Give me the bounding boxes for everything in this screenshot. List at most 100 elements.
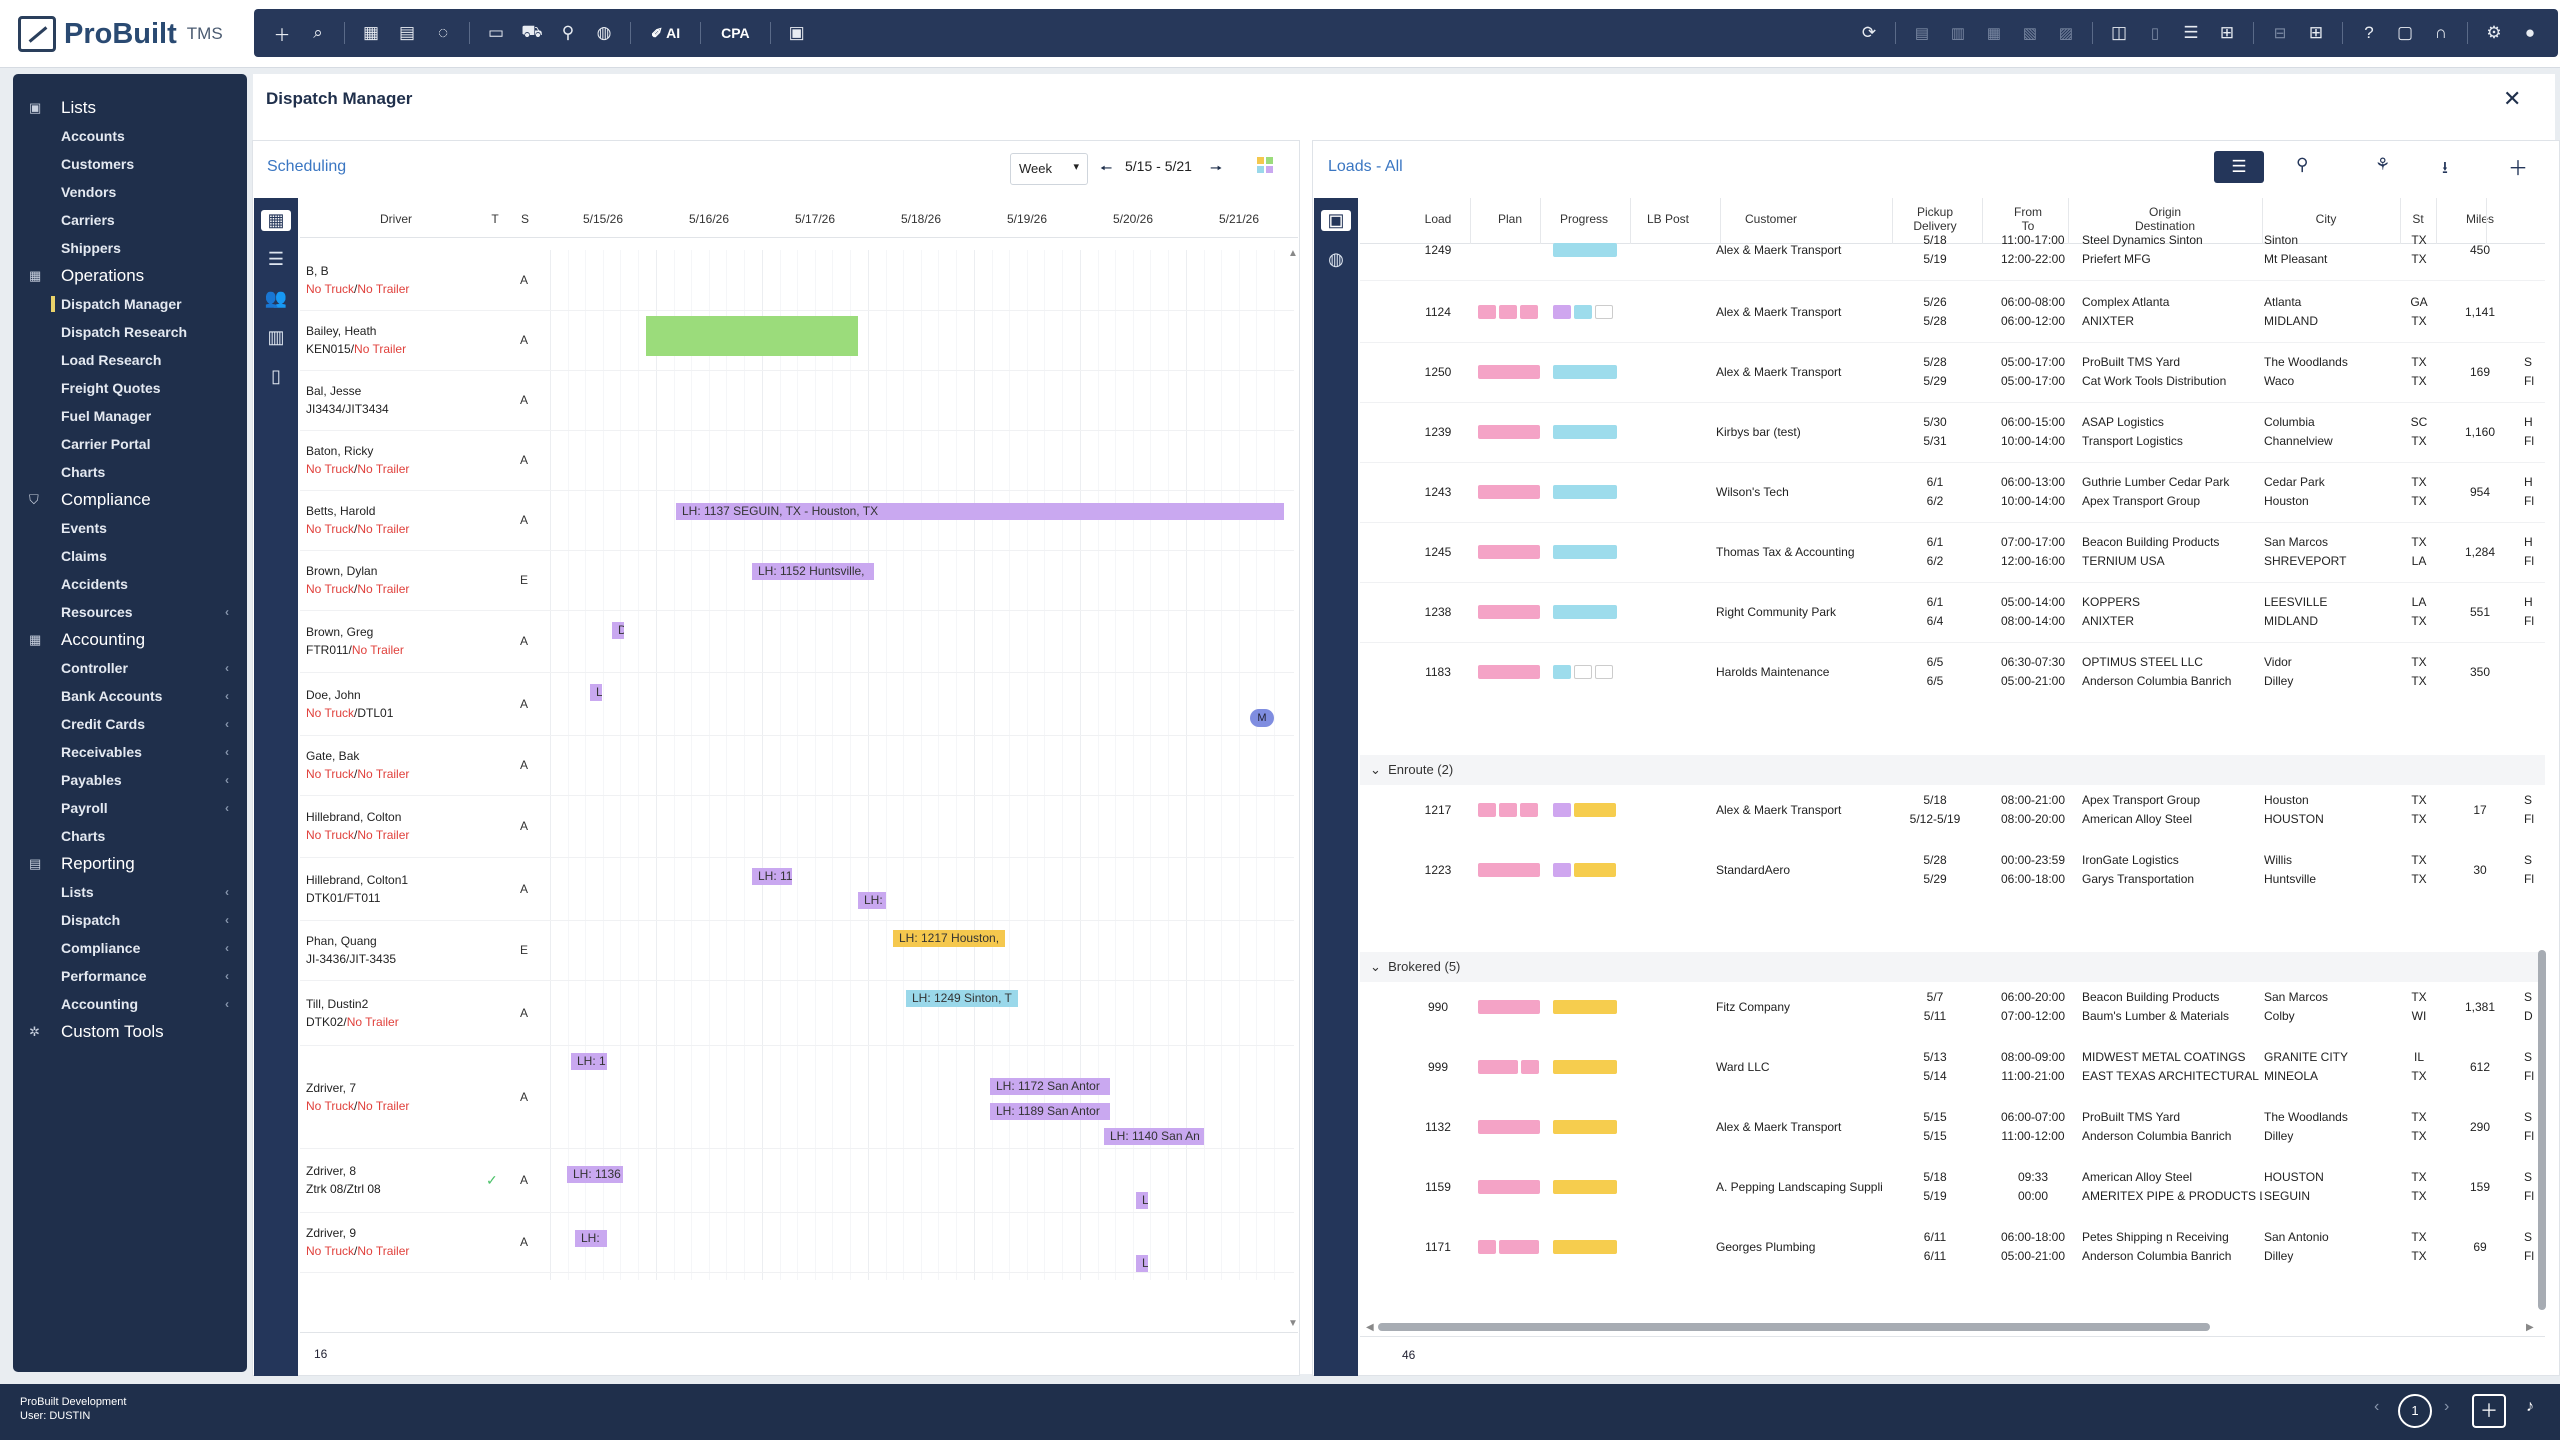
load-bar[interactable]: D (612, 622, 624, 639)
color-legend-icon[interactable] (1257, 157, 1273, 173)
download-icon[interactable]: ⭳ (2442, 155, 2448, 184)
col-date[interactable]: 5/16/26 (656, 212, 762, 226)
sidebar-item-credit-cards[interactable]: Credit Cards ‹ (13, 710, 247, 738)
load-bar[interactable]: L (1136, 1192, 1148, 1209)
map-pin-toggle-icon[interactable]: ⚲ (2296, 155, 2308, 175)
load-bar[interactable]: LH: 1217 Houston, (893, 930, 1005, 947)
clipboard-icon[interactable]: ▣ (781, 17, 813, 49)
sidebar-item-vendors[interactable]: Vendors (13, 178, 247, 206)
sidebar-item-accounts[interactable]: Accounts (13, 122, 247, 150)
sidebar-section-accounting[interactable]: ▦ Accounting (13, 626, 247, 654)
driver-cell[interactable]: Doe, John No Truck/DTL01 (306, 686, 393, 722)
driver-cell[interactable]: Brown, Greg FTR011/No Trailer (306, 623, 404, 659)
driver-cell[interactable]: Bailey, Heath KEN015/No Trailer (306, 322, 406, 358)
col-t[interactable]: T (488, 212, 502, 226)
load-bar[interactable]: LH: 1 (571, 1053, 607, 1070)
cpa-button[interactable]: CPA (711, 25, 760, 41)
scroll-left-icon[interactable]: ◀ (1366, 1322, 1374, 1333)
next-page-icon[interactable]: › (2444, 1398, 2449, 1416)
user-icon[interactable]: ● (2514, 17, 2546, 49)
maintenance-badge[interactable]: M (1250, 709, 1274, 727)
clipboard-view-icon[interactable]: ▣ (1321, 210, 1351, 231)
sidebar-item-events[interactable]: Events (13, 514, 247, 542)
calendar-view-icon[interactable]: ▦ (261, 210, 291, 231)
layout-1-icon[interactable]: ▤ (1906, 17, 1938, 49)
sidebar-item-controller[interactable]: Controller ‹ (13, 654, 247, 682)
table-icon[interactable]: ⊞ (2300, 17, 2332, 49)
prev-page-icon[interactable]: ‹ (2374, 1398, 2379, 1416)
sidebar-item-fuel-manager[interactable]: Fuel Manager (13, 402, 247, 430)
load-bar[interactable]: LH: 1136 (567, 1166, 623, 1183)
load-bar[interactable]: LH: (858, 892, 886, 909)
col-date[interactable]: 5/21/26 (1186, 212, 1292, 226)
col-date[interactable]: 5/19/26 (974, 212, 1080, 226)
sidebar-item-accidents[interactable]: Accidents (13, 570, 247, 598)
sidebar-item-receivables[interactable]: Receivables ‹ (13, 738, 247, 766)
scroll-right-icon[interactable]: ▶ (2526, 1322, 2534, 1333)
lightbulb-icon[interactable]: ◌ (427, 17, 459, 49)
sidebar-item-shippers[interactable]: Shippers (13, 234, 247, 262)
tiles-icon[interactable]: ⊟ (2264, 17, 2296, 49)
settings-gear-icon[interactable]: ⚙ (2478, 17, 2510, 49)
columns-icon[interactable]: ▯ (2139, 17, 2171, 49)
sidebar-item-dispatch-research[interactable]: Dispatch Research (13, 318, 247, 346)
load-bar[interactable]: LH: 1140 San An (1104, 1128, 1204, 1145)
loads-vertical-scrollbar[interactable] (2538, 950, 2546, 1310)
sidebar-section-custom-tools[interactable]: ✲ Custom Tools (13, 1018, 247, 1046)
driver-cell[interactable]: Zdriver, 7 No Truck/No Trailer (306, 1079, 409, 1115)
inbox-icon[interactable]: ▢ (2389, 17, 2421, 49)
load-bar[interactable]: LH: 1189 San Antor (990, 1103, 1110, 1120)
sidebar-item-report-accounting[interactable]: Accounting ‹ (13, 990, 247, 1018)
scroll-down-icon[interactable]: ▼ (1288, 1318, 1298, 1329)
sidebar-item-freight-quotes[interactable]: Freight Quotes (13, 374, 247, 402)
add-tab-icon[interactable]: ＋ (2472, 1394, 2506, 1428)
sidebar-item-report-compliance[interactable]: Compliance ‹ (13, 934, 247, 962)
sidebar-item-carriers[interactable]: Carriers (13, 206, 247, 234)
sidebar-section-compliance[interactable]: ⛉ Compliance (13, 486, 247, 514)
rows-icon[interactable]: ☰ (2175, 17, 2207, 49)
headset-icon[interactable]: ∩ (2425, 17, 2457, 49)
load-bar[interactable]: LH: (575, 1230, 607, 1247)
col-date[interactable]: 5/18/26 (868, 212, 974, 226)
load-bar[interactable]: LH: 1172 San Antor (990, 1078, 1110, 1095)
layout-4-icon[interactable]: ▧ (2014, 17, 2046, 49)
driver-cell[interactable]: Zdriver, 9 No Truck/No Trailer (306, 1224, 409, 1260)
loads-horizontal-scrollbar[interactable] (1378, 1323, 2210, 1331)
col-date[interactable]: 5/20/26 (1080, 212, 1186, 226)
network-icon[interactable]: ⚘ (2375, 155, 2390, 175)
calendar-icon[interactable]: ▦ (355, 17, 387, 49)
driver-cell[interactable]: Hillebrand, Colton No Truck/No Trailer (306, 808, 409, 844)
load-bar[interactable]: L (1136, 1255, 1148, 1272)
load-bar[interactable]: LH: 1137 SEGUIN, TX - Houston, TX (676, 503, 1284, 520)
driver-cell[interactable]: Brown, Dylan No Truck/No Trailer (306, 562, 409, 598)
people-icon[interactable]: 👥 (254, 288, 298, 309)
driver-cell[interactable]: B, B No Truck/No Trailer (306, 262, 409, 298)
driver-cell[interactable]: Zdriver, 8 Ztrk 08/Ztrl 08 (306, 1162, 381, 1198)
sidebar-item-dispatch-manager[interactable]: Dispatch Manager (13, 290, 247, 318)
sidebar-item-report-performance[interactable]: Performance ‹ (13, 962, 247, 990)
layout-5-icon[interactable]: ▨ (2050, 17, 2082, 49)
load-bar[interactable]: LH: 1249 Sinton, T (906, 990, 1018, 1007)
page-indicator[interactable]: 1 (2398, 1394, 2432, 1428)
driver-cell[interactable]: Bal, Jesse JI3434/JIT3434 (306, 382, 389, 418)
sidebar-item-resources[interactable]: Resources ‹ (13, 598, 247, 626)
globe-view-icon[interactable]: ◍ (1314, 249, 1358, 270)
load-bar[interactable]: LH: 1152 Huntsville, (752, 563, 874, 580)
sidebar-item-claims[interactable]: Claims (13, 542, 247, 570)
col-date[interactable]: 5/17/26 (762, 212, 868, 226)
group-brokered[interactable]: ⌄ Brokered (5) (1370, 959, 1460, 975)
sidebar-section-lists[interactable]: ▣ Lists (13, 94, 247, 122)
group-enroute[interactable]: ⌄ Enroute (2) (1370, 762, 1453, 778)
scroll-up-icon[interactable]: ▲ (1288, 248, 1298, 259)
sidebar-section-operations[interactable]: ▦ Operations (13, 262, 247, 290)
notifications-bell-icon[interactable]: ♪ (2526, 1398, 2534, 1416)
driver-cell[interactable]: Baton, Ricky No Truck/No Trailer (306, 442, 409, 478)
layout-2-icon[interactable]: ▥ (1942, 17, 1974, 49)
grid-view-icon[interactable]: ⊞ (2211, 17, 2243, 49)
layout-3-icon[interactable]: ▦ (1978, 17, 2010, 49)
refresh-icon[interactable]: ⟳ (1853, 17, 1885, 49)
col-s[interactable]: S (518, 212, 532, 226)
sidebar-section-reporting[interactable]: ▤ Reporting (13, 850, 247, 878)
close-icon[interactable]: ✕ (2503, 86, 2521, 112)
driver-cell[interactable]: Hillebrand, Colton1 DTK01/FT011 (306, 871, 408, 907)
